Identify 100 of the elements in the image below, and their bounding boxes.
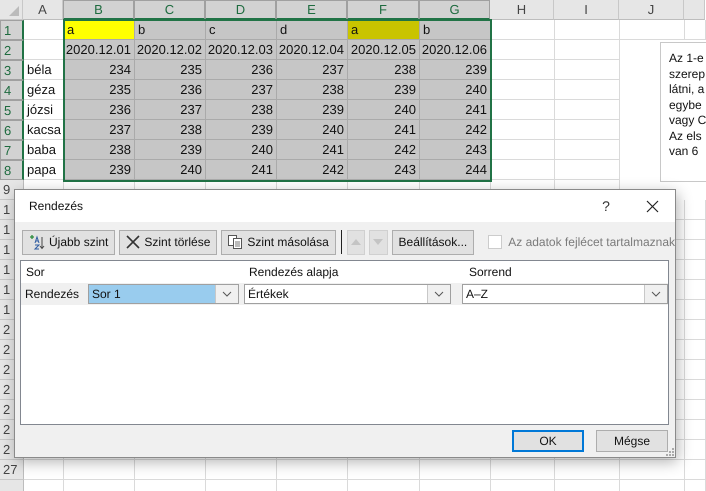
table-cell: 238: [206, 100, 277, 120]
table-cell: 238: [64, 140, 135, 160]
chevron-down-icon: [222, 291, 232, 297]
empty-cell[interactable]: [685, 200, 706, 220]
empty-cell[interactable]: [555, 160, 620, 180]
empty-cell[interactable]: [685, 380, 706, 400]
column-header[interactable]: A: [23, 0, 63, 20]
row-header[interactable]: 4: [0, 80, 24, 100]
table-cell: 2020.12.06: [420, 40, 491, 60]
column-header[interactable]: C: [134, 0, 205, 20]
table-cell: 239: [348, 80, 420, 100]
empty-cell[interactable]: [685, 320, 706, 340]
table-cell: 2020.12.04: [277, 40, 348, 60]
sort-add-icon: [29, 234, 45, 250]
empty-cell[interactable]: [685, 280, 706, 300]
empty-cell[interactable]: [555, 100, 620, 120]
column-dropdown[interactable]: Sor 1: [88, 284, 239, 304]
empty-cell[interactable]: [64, 460, 135, 480]
column-header[interactable]: E: [276, 0, 347, 20]
empty-cell[interactable]: [420, 460, 491, 480]
empty-cell[interactable]: [555, 460, 620, 480]
table-cell: 240: [135, 160, 206, 180]
column-header[interactable]: J: [619, 0, 684, 20]
table-cell: 2020.12.03: [206, 40, 277, 60]
row-header[interactable]: 7: [0, 140, 24, 160]
empty-cell[interactable]: [620, 460, 685, 480]
empty-cell[interactable]: [491, 460, 555, 480]
sort-on-dropdown[interactable]: Értékek: [244, 284, 451, 304]
select-all-corner[interactable]: [0, 0, 23, 20]
level-label: Rendezés: [24, 287, 80, 301]
row-header[interactable]: 5: [0, 100, 24, 120]
empty-cell[interactable]: [555, 80, 620, 100]
table-cell: 242: [420, 120, 491, 140]
row-header[interactable]: 27: [0, 460, 24, 480]
empty-cell[interactable]: [348, 460, 420, 480]
empty-cell[interactable]: [685, 440, 706, 460]
table-cell: b: [135, 20, 206, 40]
empty-cell[interactable]: [555, 140, 620, 160]
table-cell: 241: [420, 100, 491, 120]
x-icon: [126, 235, 140, 249]
table-cell: baba: [24, 140, 64, 160]
column-header[interactable]: [684, 0, 705, 20]
column-header[interactable]: F: [347, 0, 419, 20]
ok-button[interactable]: OK: [512, 430, 584, 452]
empty-cell[interactable]: [685, 460, 706, 480]
empty-cell[interactable]: [555, 120, 620, 140]
row-header[interactable]: 3: [0, 60, 24, 80]
table-cell: kacsa: [24, 120, 64, 140]
column-header[interactable]: B: [63, 0, 134, 20]
empty-cell[interactable]: [685, 360, 706, 380]
table-cell: 2020.12.05: [348, 40, 420, 60]
column-heading: Sorrend: [468, 265, 512, 279]
table-cell: 235: [64, 80, 135, 100]
table-cell: 239: [64, 160, 135, 180]
dialog-title: Rendezés: [29, 199, 84, 213]
order-dropdown[interactable]: A–Z: [462, 284, 668, 304]
row-header[interactable]: 1: [0, 20, 24, 40]
chevron-down-icon: [434, 291, 444, 297]
row-header[interactable]: 6: [0, 120, 24, 140]
table-cell: c: [206, 20, 277, 40]
empty-cell[interactable]: [685, 400, 706, 420]
empty-cell[interactable]: [620, 20, 685, 40]
table-cell: józsi: [24, 100, 64, 120]
column-header[interactable]: D: [205, 0, 276, 20]
table-cell: géza: [24, 80, 64, 100]
text-box: Az 1-e szerep látni, a egybe vagy C Az els van 6: [660, 42, 706, 182]
empty-cell[interactable]: [555, 20, 620, 40]
options-button[interactable]: Beállítások...: [392, 230, 474, 254]
table-cell: 241: [348, 120, 420, 140]
table-cell: 239: [206, 120, 277, 140]
row-header[interactable]: 8: [0, 160, 24, 180]
empty-cell[interactable]: [206, 460, 277, 480]
column-header[interactable]: G: [419, 0, 490, 20]
delete-level-button[interactable]: Szint törlése: [119, 230, 218, 254]
checkbox-label: Az adatok fejlécet tartalmaznak: [508, 235, 675, 249]
empty-cell[interactable]: [685, 240, 706, 260]
empty-cell[interactable]: [685, 300, 706, 320]
cancel-button[interactable]: Mégse: [596, 430, 668, 452]
empty-cell[interactable]: [685, 20, 706, 40]
empty-cell[interactable]: [277, 460, 348, 480]
table-cell: 242: [348, 140, 420, 160]
add-level-button[interactable]: Újabb szint: [22, 230, 116, 254]
close-icon: [646, 200, 658, 212]
empty-cell[interactable]: [135, 460, 206, 480]
table-cell: 238: [135, 120, 206, 140]
empty-cell[interactable]: [555, 40, 620, 60]
table-cell: 237: [277, 60, 348, 80]
copy-level-button[interactable]: Szint másolása: [221, 230, 336, 254]
row-header[interactable]: 2: [0, 40, 24, 60]
table-cell: 2020.12.02: [135, 40, 206, 60]
empty-cell[interactable]: [685, 260, 706, 280]
sort-level-row[interactable]: Rendezés Sor 1 Értékek A–Z: [21, 283, 668, 305]
empty-cell[interactable]: [685, 420, 706, 440]
empty-cell[interactable]: [555, 60, 620, 80]
empty-cell[interactable]: [685, 340, 706, 360]
help-button[interactable]: ?: [583, 190, 629, 222]
table-cell: 239: [135, 140, 206, 160]
empty-cell[interactable]: [685, 220, 706, 240]
column-header[interactable]: H: [490, 0, 554, 20]
column-header[interactable]: I: [554, 0, 619, 20]
